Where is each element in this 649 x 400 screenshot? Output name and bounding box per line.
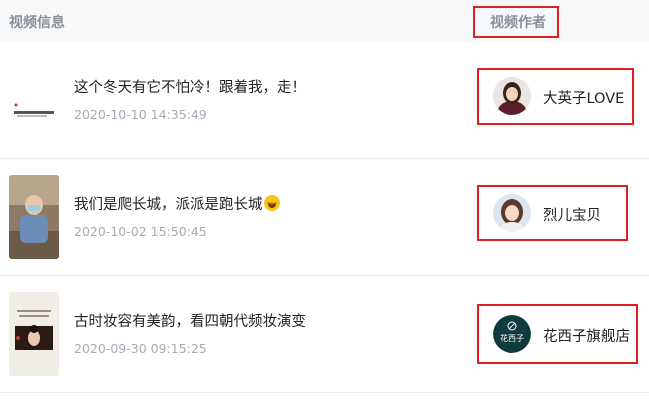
video-timestamp: 2020-10-02 15:50:45	[74, 224, 207, 239]
table-row[interactable]: 古时妆容有美韵，看四朝代频妆演变 2020-09-30 09:15:25 花西子…	[0, 276, 649, 393]
video-thumbnail[interactable]	[9, 292, 59, 376]
author-card[interactable]: 烈儿宝贝	[477, 185, 628, 241]
column-header-video-info: 视频信息	[9, 15, 65, 31]
svg-text:花西子: 花西子	[500, 333, 524, 343]
column-header-video-author: 视频作者	[490, 15, 546, 31]
avatar: 花西子	[493, 315, 531, 353]
author-card[interactable]: 花西子 花西子旗舰店	[477, 304, 638, 364]
table-row[interactable]: 这个冬天有它不怕冷！跟着我，走！ 2020-10-10 14:35:49 大英子…	[0, 42, 649, 159]
author-name[interactable]: 烈儿宝贝	[543, 204, 601, 225]
video-thumbnail[interactable]	[9, 58, 59, 142]
video-title[interactable]: 古时妆容有美韵，看四朝代频妆演变	[74, 310, 306, 331]
video-thumbnail[interactable]	[9, 175, 59, 259]
video-timestamp: 2020-09-30 09:15:25	[74, 341, 207, 356]
video-title[interactable]: 这个冬天有它不怕冷！跟着我，走！	[74, 76, 306, 97]
video-timestamp: 2020-10-10 14:35:49	[74, 107, 207, 122]
video-title[interactable]: 我们是爬长城，派派是跑长城	[74, 193, 280, 214]
grinning-face-emoji-icon	[263, 195, 280, 211]
table-header: 视频信息 视频作者	[0, 0, 649, 42]
avatar	[493, 194, 531, 232]
avatar	[493, 77, 531, 115]
table-row[interactable]: 我们是爬长城，派派是跑长城 2020-10-02 15:50:45 烈儿宝贝	[0, 159, 649, 276]
author-name[interactable]: 花西子旗舰店	[543, 325, 630, 346]
author-card[interactable]: 大英子LOVE	[477, 68, 634, 125]
author-name[interactable]: 大英子LOVE	[543, 87, 624, 108]
